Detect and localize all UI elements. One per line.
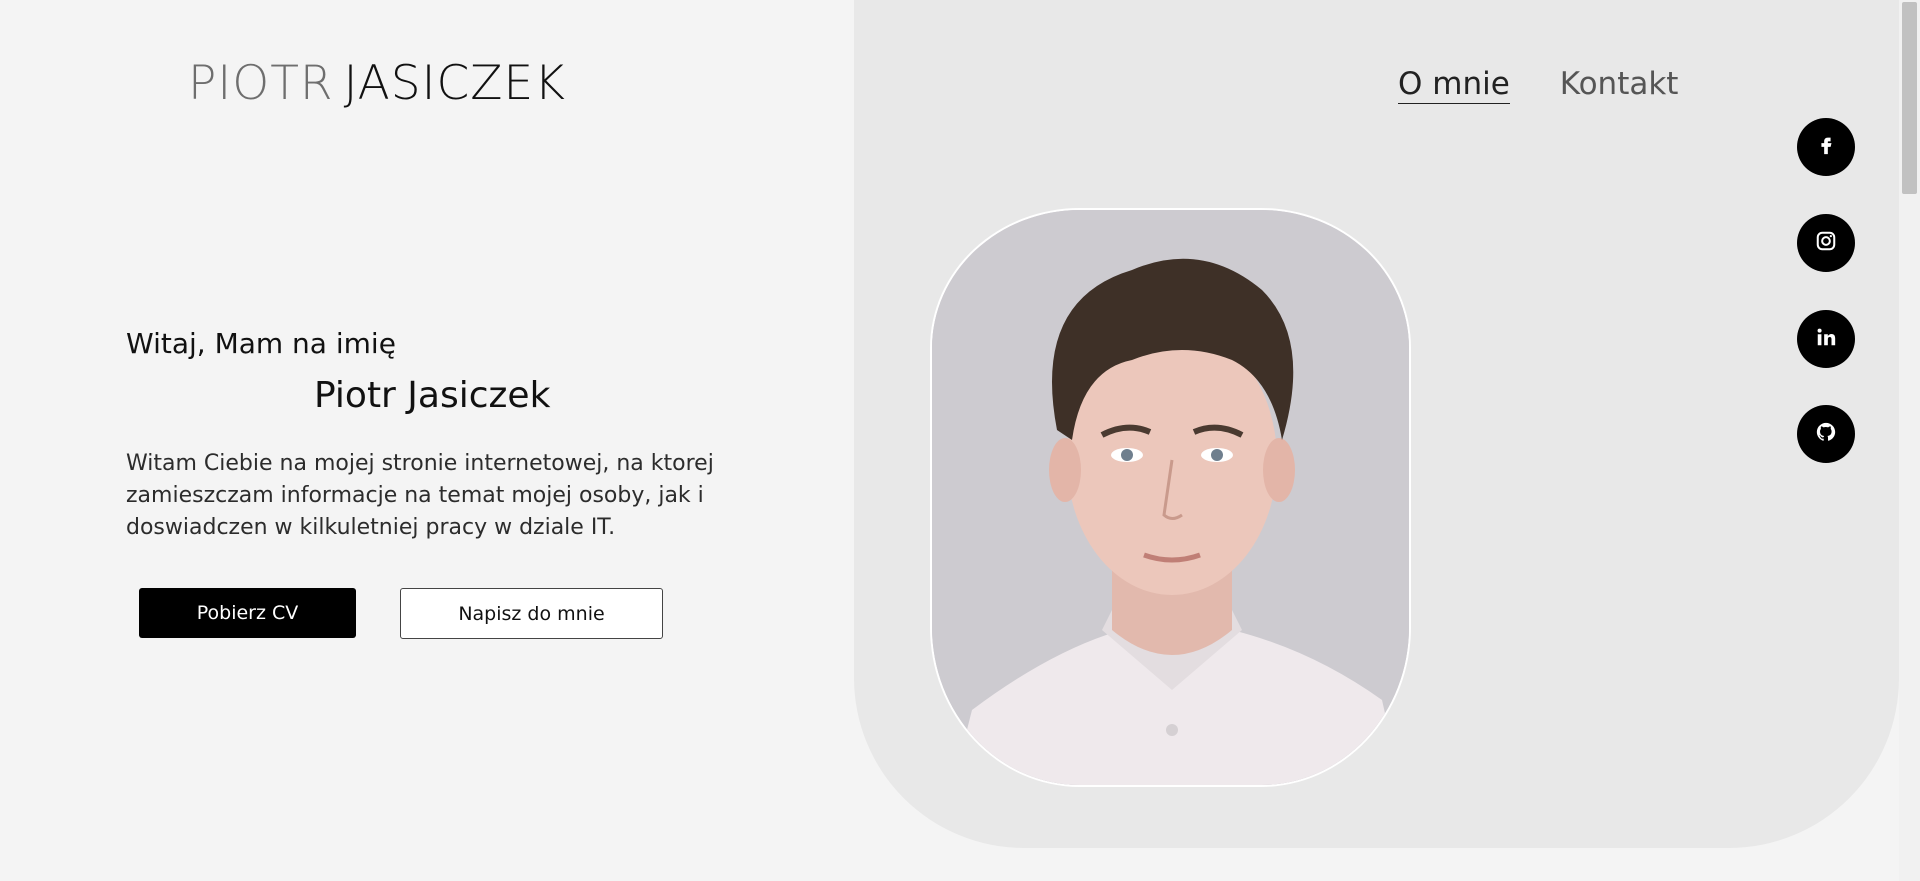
site-logo[interactable]: PIOTR JASICZEK [188, 56, 566, 111]
contact-me-button[interactable]: Napisz do mnie [400, 588, 663, 639]
logo-last-name: JASICZEK [343, 56, 566, 111]
hero-name: Piotr Jasiczek [314, 375, 551, 416]
scrollbar-thumb[interactable] [1902, 2, 1917, 194]
facebook-icon [1815, 134, 1837, 160]
nav-item-contact[interactable]: Kontakt [1560, 66, 1679, 104]
linkedin-icon [1815, 326, 1837, 352]
nav-item-about[interactable]: O mnie [1398, 66, 1510, 104]
main-nav: O mnie Kontakt [1398, 66, 1678, 104]
page: PIOTR JASICZEK O mnie Kontakt Witaj, Mam … [0, 0, 1920, 881]
hero-greeting: Witaj, Mam na imię [126, 327, 396, 360]
github-link[interactable] [1797, 405, 1855, 463]
linkedin-link[interactable] [1797, 310, 1855, 368]
profile-photo [930, 208, 1411, 787]
download-cv-button[interactable]: Pobierz CV [139, 588, 356, 638]
facebook-link[interactable] [1797, 118, 1855, 176]
logo-first-name: PIOTR [188, 56, 334, 111]
instagram-icon [1815, 230, 1837, 256]
github-icon [1815, 421, 1837, 447]
hero-description: Witam Ciebie na mojej stronie internetow… [126, 451, 714, 540]
instagram-link[interactable] [1797, 214, 1855, 272]
